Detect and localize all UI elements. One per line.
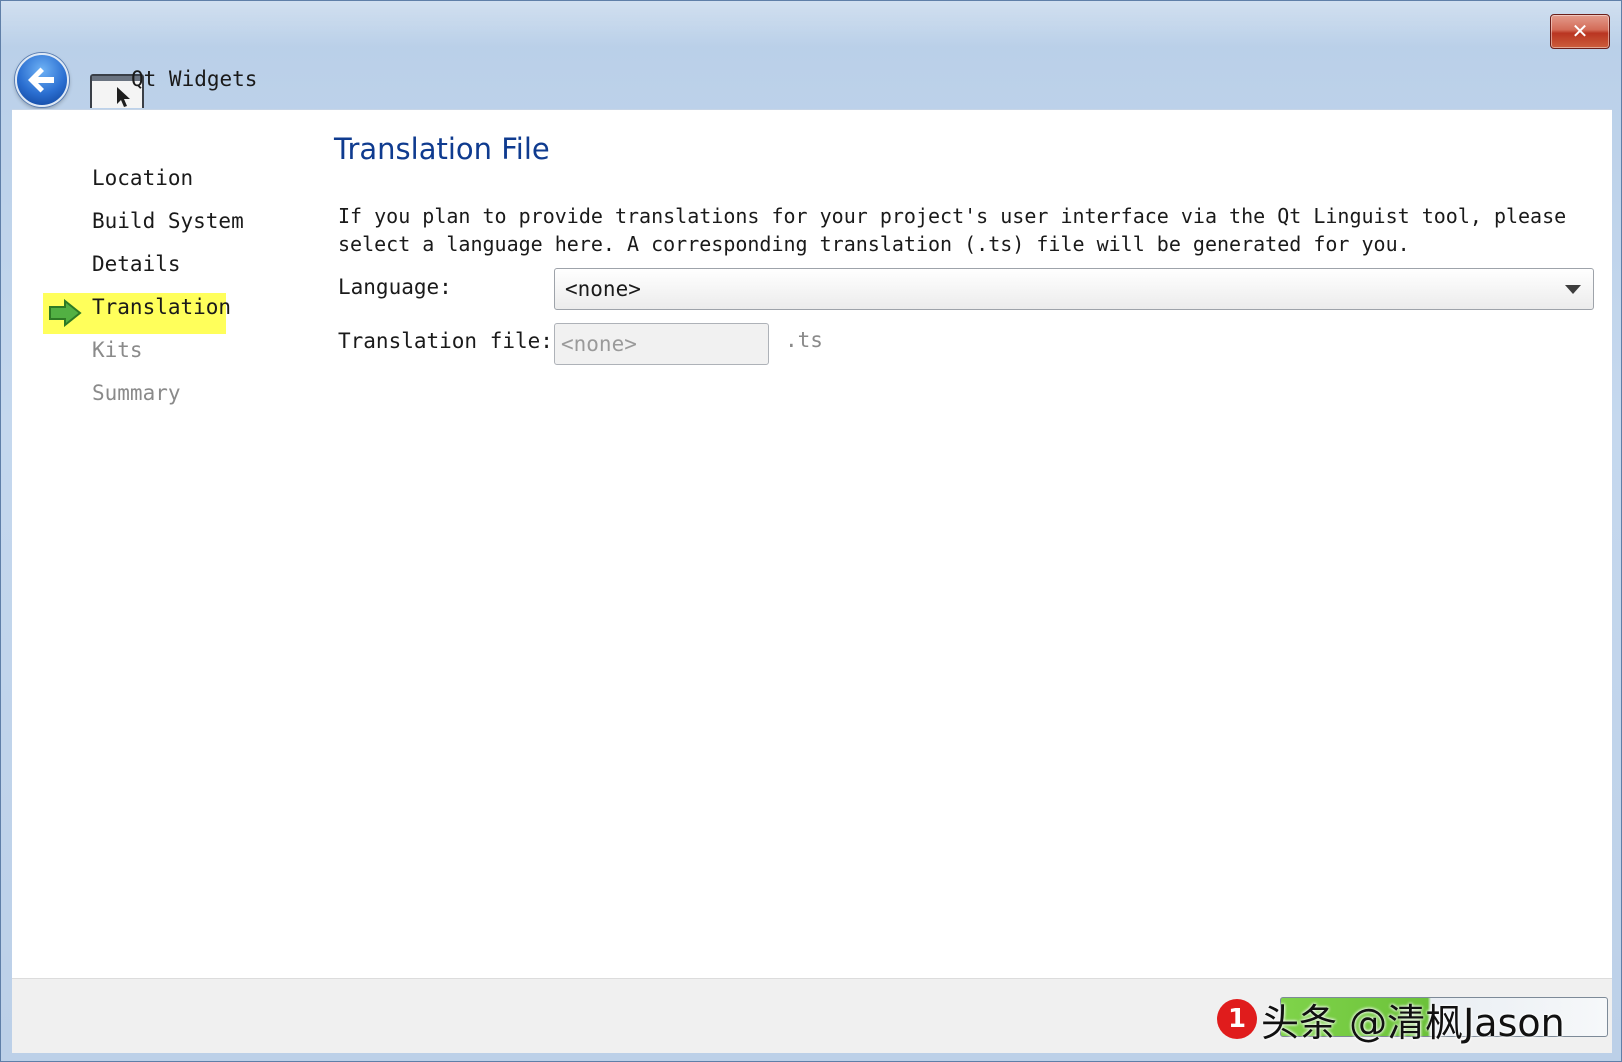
step-build-system: Build System (92, 209, 244, 233)
language-combobox[interactable]: <none> (554, 268, 1594, 310)
wizard-title: Qt Widgets (131, 67, 258, 91)
language-value: <none> (565, 277, 641, 301)
translation-file-suffix: .ts (785, 328, 823, 352)
current-step-arrow-icon (49, 299, 82, 327)
title-bar (1, 1, 1621, 47)
back-button[interactable] (15, 53, 69, 107)
step-location: Location (92, 166, 194, 190)
close-button[interactable]: ✕ (1550, 14, 1610, 49)
step-details: Details (92, 252, 181, 276)
page-description: If you plan to provide translations for … (338, 204, 1567, 256)
watermark-badge: 1 (1217, 999, 1257, 1039)
translation-file-label: Translation file: (338, 329, 553, 353)
step-kits: Kits (92, 338, 143, 362)
translation-file-field: <none> (554, 323, 769, 365)
wizard-window: ✕ Qt Widgets Location Build System Detai… (0, 0, 1622, 1062)
dropdown-arrow-icon (1565, 285, 1581, 294)
watermark: 1 头条 @清枫Jason (1217, 996, 1565, 1045)
language-label: Language: (338, 275, 452, 299)
page-title: Translation File (334, 132, 550, 166)
cursor-icon (117, 87, 130, 107)
close-icon: ✕ (1571, 19, 1589, 43)
watermark-text: 头条 @清枫Jason (1261, 1000, 1565, 1045)
wizard-content: Location Build System Details Translatio… (12, 109, 1612, 978)
step-summary: Summary (92, 381, 181, 405)
step-translation: Translation (92, 295, 232, 319)
back-arrow-icon (28, 67, 54, 93)
